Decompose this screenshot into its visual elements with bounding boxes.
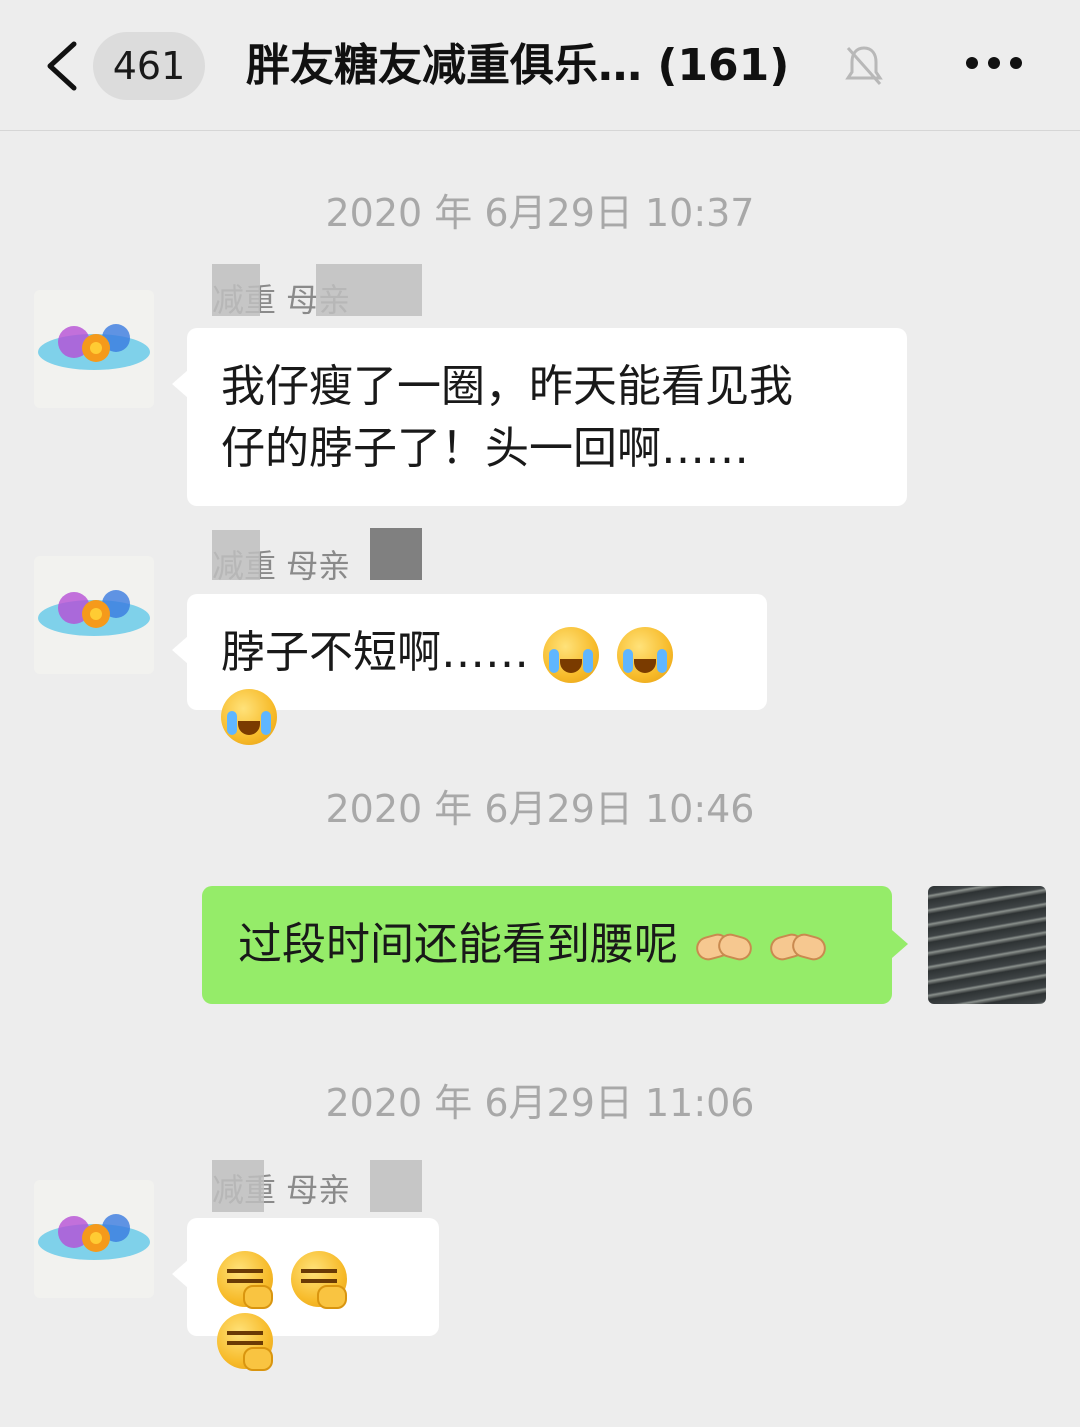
chat-header: 461 胖友糖友减重俱乐… (161) xyxy=(0,0,1080,131)
timestamp: 2020 年 6月29日 10:46 xyxy=(325,787,755,831)
avatar[interactable] xyxy=(34,290,154,408)
more-dots-icon[interactable] xyxy=(966,54,1034,78)
face-with-tears-of-joy-icon xyxy=(617,627,673,683)
face-with-tears-of-joy-icon xyxy=(543,627,599,683)
avatar[interactable] xyxy=(34,1180,154,1298)
bubble-tail xyxy=(172,1260,188,1288)
bubble-tail xyxy=(172,636,188,664)
message-text: 脖子不短啊…… xyxy=(221,627,529,678)
message-bubble[interactable]: 我仔瘦了一圈，昨天能看见我 仔的脖子了！头一回啊…… xyxy=(187,328,907,506)
smirk-ok-hand-icon xyxy=(217,1251,273,1309)
timestamp: 2020 年 6月29日 10:37 xyxy=(325,191,755,235)
handshake-icon xyxy=(767,927,829,967)
face-with-tears-of-joy-icon xyxy=(221,689,277,745)
blur-mask xyxy=(212,1160,264,1212)
blur-mask xyxy=(212,264,260,316)
bubble-tail xyxy=(172,370,188,398)
my-avatar[interactable] xyxy=(928,886,1046,1004)
message-bubble[interactable]: 脖子不短啊…… xyxy=(187,594,767,745)
message-bubble[interactable] xyxy=(187,1218,439,1371)
chat-title: 胖友糖友减重俱乐… (161) xyxy=(246,40,790,91)
smirk-ok-hand-icon xyxy=(217,1313,273,1371)
bubble-tail xyxy=(892,930,908,958)
blur-mask xyxy=(212,530,260,580)
message-bubble[interactable]: 过段时间还能看到腰呢 xyxy=(202,886,892,1004)
unread-count-badge[interactable]: 461 xyxy=(93,32,205,100)
smirk-ok-hand-icon xyxy=(291,1251,347,1309)
avatar[interactable] xyxy=(34,556,154,674)
message-text: 仔的脖子了！头一回啊…… xyxy=(221,423,749,474)
blur-mask xyxy=(370,528,422,580)
message-text: 我仔瘦了一圈，昨天能看见我 xyxy=(221,361,793,412)
bell-muted-icon xyxy=(845,46,883,85)
blur-mask xyxy=(370,1160,422,1212)
handshake-icon xyxy=(693,927,755,967)
blur-mask xyxy=(316,264,422,316)
message-text: 过段时间还能看到腰呢 xyxy=(238,919,678,970)
chevron-left-icon[interactable] xyxy=(42,40,82,92)
timestamp: 2020 年 6月29日 11:06 xyxy=(325,1081,755,1125)
